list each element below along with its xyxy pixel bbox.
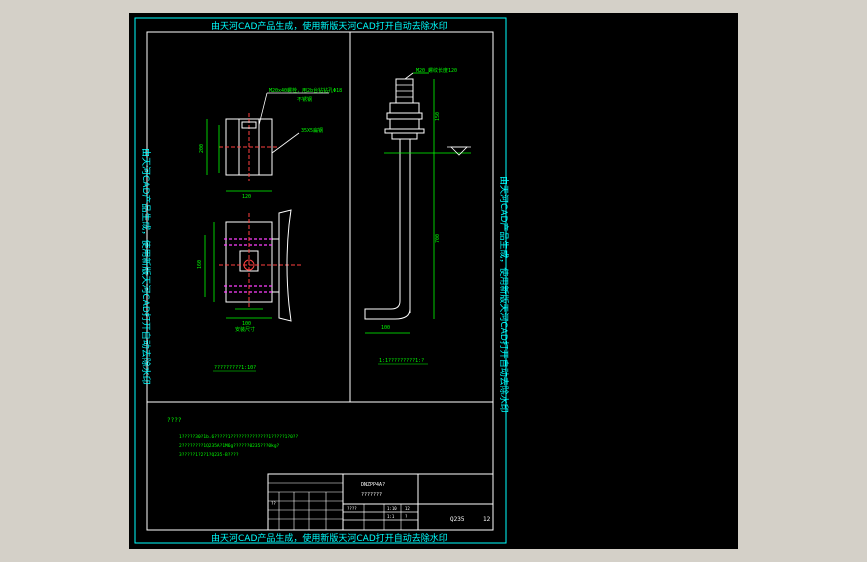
watermark-bottom: 由天河CAD产品生成，使用新版天河CAD打开自动去除水印	[211, 532, 448, 544]
left-callout-bolt: M20x40螺栓，用2b台钻钻孔Φ18	[269, 87, 342, 94]
title-block-label-4: ?	[405, 514, 408, 519]
title-block-label-0: ????	[347, 506, 357, 511]
right-dim-horizontal: 100	[381, 325, 390, 331]
left-view-top-plate	[206, 92, 329, 192]
title-block-sheet: 12	[483, 516, 491, 523]
left-view-caption: ?????????1:10?	[214, 365, 256, 371]
notes-line-2: 2????????1Q235A?1M6g??????0235???0kg?	[179, 443, 280, 449]
left-dim-install-label: 安装尺寸	[235, 326, 255, 333]
left-dim-height-top: 200	[199, 144, 205, 153]
right-view-caption: 1:1?????????1:?	[379, 358, 424, 364]
right-view-anchor-bolt	[364, 72, 471, 334]
notes-line-3: 3?????1?2?1?Q235-B????	[179, 452, 239, 458]
cad-drawing-viewport[interactable]: 由天河CAD产品生成，使用新版天河CAD打开自动去除水印 由天河CAD产品生成，…	[129, 13, 738, 549]
title-block-label-1: 1:10	[387, 506, 397, 511]
title-block-label-5: ??	[271, 501, 276, 506]
left-callout-flatbar: 35X5扁钢	[301, 127, 323, 134]
watermark-right: 由天河CAD产品生成，使用新版天河CAD打开自动去除水印	[498, 176, 510, 413]
watermark-left: 由天河CAD产品生成，使用新版天河CAD打开自动去除水印	[140, 148, 152, 385]
title-block-label-2: 12	[405, 506, 410, 511]
title-block-material: Q235	[450, 516, 465, 523]
left-view-bottom-plate	[204, 209, 301, 322]
notes-line-1: 1?????30?1b.6?????1??????????????1?????1…	[179, 434, 298, 440]
title-block-name: ???????	[361, 492, 382, 498]
cad-drawing-canvas: 由天河CAD产品生成，使用新版天河CAD打开自动去除水印 由天河CAD产品生成，…	[134, 17, 510, 544]
sheet-outer-border	[134, 17, 507, 544]
title-block-drawing-no: DNZPP4A?	[361, 482, 385, 488]
notes-title: ????	[167, 417, 182, 424]
left-callout-material: 不锈钢	[297, 96, 312, 103]
right-callout-thread: M20 螺纹长度120	[416, 67, 457, 74]
left-dim-height-bottom: 160	[197, 260, 203, 269]
watermark-top: 由天河CAD产品生成，使用新版天河CAD打开自动去除水印	[211, 20, 448, 32]
right-dim-vertical: 700	[435, 234, 441, 243]
right-dim-top: 150	[435, 112, 441, 121]
title-block-label-3: 1:1	[387, 514, 395, 519]
left-dim-width-top: 120	[242, 194, 251, 200]
